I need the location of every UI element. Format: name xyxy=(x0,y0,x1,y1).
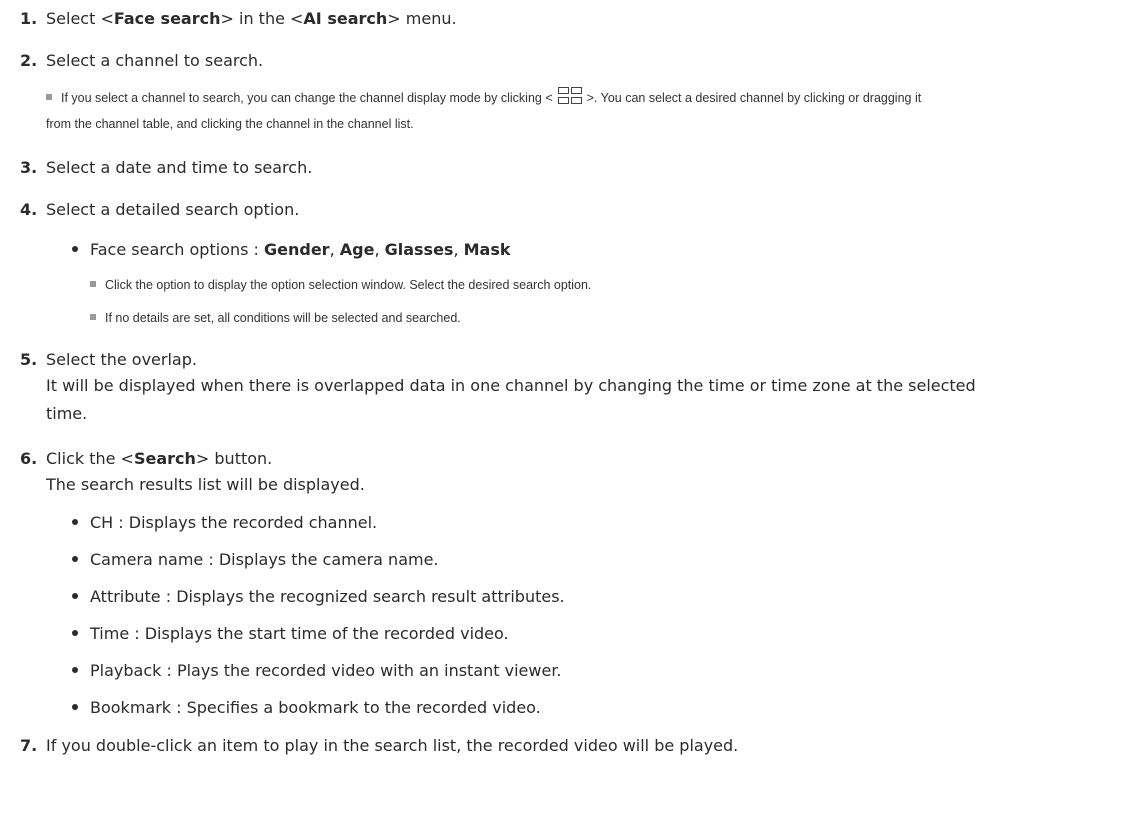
options-label: Face search options : xyxy=(90,240,264,259)
bullet-dot-icon xyxy=(72,519,78,525)
step-3: 3. Select a date and time to search. xyxy=(20,154,312,182)
step-5: 5. Select the overlap. xyxy=(20,346,197,374)
step-4-note-1: Click the option to display the option s… xyxy=(90,272,1133,298)
step-text: > button. xyxy=(195,449,273,468)
result-item-text: Camera name : Displays the camera name. xyxy=(90,550,439,569)
description-text: It will be displayed when there is overl… xyxy=(46,376,976,395)
step-text: Select a detailed search option. xyxy=(46,200,300,219)
result-item-bookmark: Bookmark : Specifies a bookmark to the r… xyxy=(72,694,541,722)
square-bullet-icon xyxy=(90,314,96,320)
result-item-text: CH : Displays the recorded channel. xyxy=(90,513,378,532)
separator: , xyxy=(374,240,385,259)
step-number: 6. xyxy=(20,449,38,468)
step-2: 2. Select a channel to search. xyxy=(20,47,263,75)
result-item-camera-name: Camera name : Displays the camera name. xyxy=(72,546,439,574)
result-item-playback: Playback : Plays the recorded video with… xyxy=(72,657,562,685)
step-text: Click the < xyxy=(46,449,134,468)
step-7: 7. If you double-click an item to play in… xyxy=(20,732,738,760)
step-4: 4. Select a detailed search option. xyxy=(20,196,299,224)
square-bullet-icon xyxy=(90,281,96,287)
menu-ai-search: AI search xyxy=(303,9,388,28)
step-1: 1. Select <Face search> in the <AI search… xyxy=(20,5,457,33)
menu-item-face-search: Face search xyxy=(113,9,221,28)
step-text: If you double-click an item to play in t… xyxy=(46,736,739,755)
result-item-attribute: Attribute : Displays the recognized sear… xyxy=(72,583,565,611)
step-number: 4. xyxy=(20,200,38,219)
step-text: > menu. xyxy=(387,9,457,28)
note-text: Click the option to display the option s… xyxy=(105,278,592,292)
separator: , xyxy=(453,240,464,259)
bullet-dot-icon xyxy=(72,556,78,562)
channel-display-mode-icon xyxy=(555,86,585,106)
step-text: Select the overlap. xyxy=(46,350,197,369)
option-age: Age xyxy=(339,240,375,259)
note-text: >. You can select a desired channel by c… xyxy=(586,91,922,105)
manual-page: 1. Select <Face search> in the <AI search… xyxy=(0,0,1133,838)
step-number: 1. xyxy=(20,9,38,28)
step-text: > in the < xyxy=(220,9,304,28)
bullet-dot-icon xyxy=(72,593,78,599)
face-search-options: Face search options : Gender, Age, Glass… xyxy=(72,236,511,264)
option-mask: Mask xyxy=(463,240,511,259)
step-5-description: It will be displayed when there is overl… xyxy=(46,372,976,428)
step-4-note-2: If no details are set, all conditions wi… xyxy=(90,305,1133,331)
result-item-time: Time : Displays the start time of the re… xyxy=(72,620,509,648)
step-text: Select a date and time to search. xyxy=(46,158,313,177)
step-number: 5. xyxy=(20,350,38,369)
square-bullet-icon xyxy=(46,94,52,100)
note-text: If no details are set, all conditions wi… xyxy=(105,311,461,325)
option-gender: Gender xyxy=(264,240,330,259)
description-text: time. xyxy=(46,404,88,423)
result-item-text: Bookmark : Specifies a bookmark to the r… xyxy=(90,698,541,717)
step-6: 6. Click the <Search> button. xyxy=(20,445,272,473)
step-number: 7. xyxy=(20,736,38,755)
bullet-dot-icon xyxy=(72,704,78,710)
bullet-dot-icon xyxy=(72,667,78,673)
step-text: Select a channel to search. xyxy=(46,51,264,70)
bullet-dot-icon xyxy=(72,246,78,252)
option-glasses: Glasses xyxy=(384,240,454,259)
result-item-ch: CH : Displays the recorded channel. xyxy=(72,509,377,537)
note-text: from the channel table, and clicking the… xyxy=(46,117,414,131)
step-2-note: If you select a channel to search, you c… xyxy=(46,85,1116,137)
search-button-label: Search xyxy=(133,449,196,468)
bullet-dot-icon xyxy=(72,630,78,636)
result-item-text: Attribute : Displays the recognized sear… xyxy=(90,587,565,606)
step-number: 2. xyxy=(20,51,38,70)
note-text: If you select a channel to search, you c… xyxy=(61,91,553,105)
step-number: 3. xyxy=(20,158,38,177)
step-6-description: The search results list will be displaye… xyxy=(46,471,365,499)
description-text: The search results list will be displaye… xyxy=(46,475,365,494)
result-item-text: Time : Displays the start time of the re… xyxy=(90,624,509,643)
result-item-text: Playback : Plays the recorded video with… xyxy=(90,661,562,680)
step-text: Select < xyxy=(46,9,114,28)
separator: , xyxy=(329,240,340,259)
